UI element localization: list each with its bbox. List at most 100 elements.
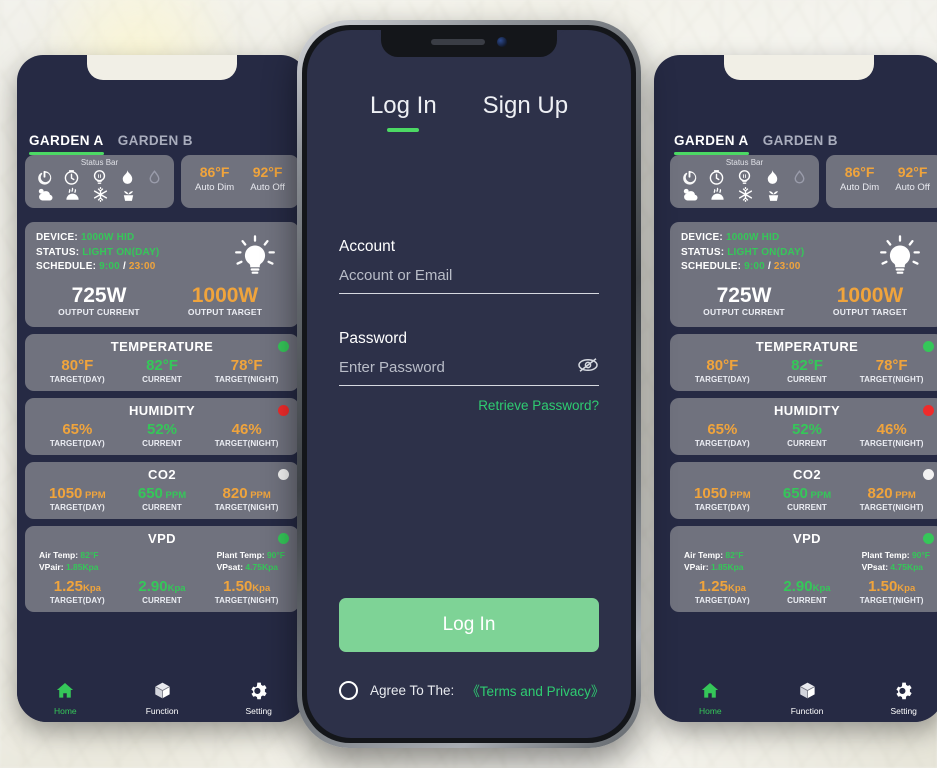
plant-pot-icon: [120, 186, 137, 203]
snowflake-icon: [737, 186, 754, 203]
metric-vpd-current-value: 2.90Kpa: [783, 578, 831, 596]
metric-humidity-values: 65% TARGET(DAY) 52% CURRENT 46% TARGET(NIGHT): [680, 421, 934, 448]
device-card: DEVICE: 1000W HID STATUS: LIGHT ON(DAY) SC…: [25, 222, 299, 327]
output-target-value: 1000W: [836, 283, 904, 307]
metric-temperature-target-day-label: TARGET(DAY): [49, 374, 105, 384]
output-target: 1000W OUTPUT TARGET: [807, 284, 933, 317]
nav-item-setting[interactable]: Setting: [855, 681, 937, 716]
metric-humidity-values: 65% TARGET(DAY) 52% CURRENT 46% TARGET(NIGHT): [35, 421, 289, 448]
nav-item-setting[interactable]: Setting: [210, 681, 307, 716]
metric-vpd-target-day: 1.25Kpa TARGET(DAY): [680, 578, 765, 605]
agree-terms-radio[interactable]: [339, 680, 358, 700]
bulb-sensor-icon: [736, 169, 753, 186]
plant-pot-icon: [765, 186, 782, 203]
nav-label-setting: Setting: [890, 705, 917, 716]
log-in-button[interactable]: Log In: [339, 598, 599, 652]
status-bar-card: Status Bar: [670, 155, 819, 208]
left-phone-screen: GARDEN A GARDEN B Status Bar 86°F Auto Dim 92…: [17, 55, 307, 722]
metric-temperature-current-value: 82°F: [791, 356, 823, 374]
garden-tabs: GARDEN A GARDEN B: [17, 115, 307, 155]
dashboard-content: Status Bar 86°F Auto Dim 92°F Auto Off DEVICE…: [17, 155, 307, 676]
metric-temperature-target-night: 78°F TARGET(NIGHT): [204, 357, 289, 384]
metric-co2-target-night-label: TARGET(NIGHT): [859, 502, 924, 512]
auto-dim-off-card: 86°F Auto Dim 92°F Auto Off: [181, 155, 299, 208]
metric-card-temperature: TEMPERATURE 80°F TARGET(DAY) 82°F CURRENT 78°…: [25, 333, 299, 391]
metric-humidity-target-night: 46% TARGET(NIGHT): [849, 421, 934, 448]
metric-vpd-target-night-label: TARGET(NIGHT): [859, 596, 924, 606]
phone-notch: [369, 30, 569, 57]
device-card: DEVICE: 1000W HID STATUS: LIGHT ON(DAY) SC…: [670, 222, 937, 327]
garden-tabs: GARDEN A GARDEN B: [662, 115, 937, 155]
nav-label-function: Function: [145, 705, 179, 716]
metric-humidity-current-label: CURRENT: [787, 438, 827, 448]
bottom-nav: Home Function Setting: [17, 676, 307, 722]
metric-card-vpd: VPD Air Temp: 82°F VPair: 1.85Kpa Plant Tem…: [25, 525, 299, 613]
metric-vpd-current: 2.90Kpa CURRENT: [120, 578, 205, 605]
garden-tab-a[interactable]: GARDEN A: [29, 133, 104, 155]
dashboard-content: Status Bar 86°F Auto Dim 92°F Auto Off DEVICE…: [662, 155, 937, 676]
flame-icon: [764, 169, 781, 186]
metric-co2-current-value: 650 PPM: [137, 484, 187, 502]
auto-item-dim: 86°F Auto Dim: [195, 164, 234, 199]
vpd-plant-readings: Plant Temp: 90°F VPsat: 4.75Kpa: [861, 549, 930, 573]
nav-item-function[interactable]: Function: [114, 681, 211, 716]
metric-humidity-target-day-value: 65%: [707, 420, 738, 438]
metric-humidity-target-day: 65% TARGET(DAY): [680, 421, 765, 448]
metric-vpd-current-label: CURRENT: [142, 596, 182, 606]
metric-humidity-target-night-label: TARGET(NIGHT): [214, 438, 279, 448]
metric-humidity-current-value: 52%: [791, 420, 823, 438]
metric-vpd-current: 2.90Kpa CURRENT: [765, 578, 850, 605]
output-target: 1000W OUTPUT TARGET: [162, 284, 288, 317]
auto-dim-off-card: 86°F Auto Dim 92°F Auto Off: [826, 155, 937, 208]
vpd-readings: Air Temp: 82°F VPair: 1.85Kpa Plant Temp: …: [35, 549, 289, 579]
metric-humidity-target-day-label: TARGET(DAY): [694, 438, 750, 448]
metric-card-humidity: HUMIDITY 65% TARGET(DAY) 52% CURRENT 46% TARGE…: [25, 397, 299, 455]
metric-co2-current: 650 PPM CURRENT: [765, 485, 850, 512]
nav-item-function[interactable]: Function: [759, 681, 856, 716]
output-current-value: 725W: [71, 283, 127, 307]
metric-co2-current: 650 PPM CURRENT: [120, 485, 205, 512]
garden-tab-a[interactable]: GARDEN A: [674, 133, 749, 155]
metric-vpd-values: 1.25Kpa TARGET(DAY) 2.90Kpa CURRENT 1.50Kpa T…: [35, 578, 289, 605]
metric-co2-target-day-value: 1050 PPM: [49, 484, 106, 502]
nav-label-home: Home: [53, 705, 77, 716]
status-dot-humidity: [923, 404, 934, 416]
metric-title-humidity: HUMIDITY: [773, 402, 841, 418]
password-label: Password: [339, 330, 408, 347]
password-input[interactable]: [339, 359, 599, 376]
eye-off-icon[interactable]: [577, 357, 599, 376]
left-phone-mockup: GARDEN A GARDEN B Status Bar 86°F Auto Dim 92…: [17, 55, 307, 722]
metric-co2-target-day: 1050 PPM TARGET(DAY): [35, 485, 120, 512]
metric-title-co2: CO2: [148, 466, 176, 482]
garden-tab-b[interactable]: GARDEN B: [118, 133, 193, 155]
cloud-sun-icon: [681, 186, 698, 203]
center-phone-mockup: Log In Sign Up Account Password: [297, 20, 641, 748]
right-phone-mockup: GARDEN A GARDEN B Status Bar 86°F Auto Dim 92…: [654, 55, 937, 722]
garden-tab-b[interactable]: GARDEN B: [763, 133, 838, 155]
water-drop-icon: [146, 169, 163, 186]
nav-item-home[interactable]: Home: [17, 681, 114, 716]
status-bar-title: Status Bar: [725, 158, 764, 167]
flame-icon: [119, 169, 136, 186]
auto-label: Auto Off: [895, 181, 930, 193]
metric-temperature-target-day: 80°F TARGET(DAY): [35, 357, 120, 384]
terms-and-privacy-link[interactable]: 《Terms and Privacy》: [466, 680, 604, 700]
metric-temperature-values: 80°F TARGET(DAY) 82°F CURRENT 78°F TARGET(NIG…: [35, 357, 289, 384]
account-field[interactable]: [339, 267, 599, 294]
gear-icon: [249, 682, 268, 704]
nav-item-home[interactable]: Home: [662, 681, 759, 716]
metric-humidity-target-day-value: 65%: [62, 420, 93, 438]
tab-sign-up[interactable]: Sign Up: [483, 92, 568, 136]
retrieve-password-link[interactable]: Retrieve Password?: [339, 398, 599, 413]
metric-co2-target-night-label: TARGET(NIGHT): [214, 502, 279, 512]
metric-card-humidity: HUMIDITY 65% TARGET(DAY) 52% CURRENT 46% TARGE…: [670, 397, 937, 455]
account-input[interactable]: [339, 267, 599, 284]
auto-item-dim: 86°F Auto Dim: [840, 164, 879, 199]
tab-log-in[interactable]: Log In: [370, 92, 437, 136]
metric-temperature-target-night: 78°F TARGET(NIGHT): [849, 357, 934, 384]
metric-humidity-current: 52% CURRENT: [120, 421, 205, 448]
cube-icon: [798, 682, 817, 704]
metric-temperature-target-day: 80°F TARGET(DAY): [680, 357, 765, 384]
password-field[interactable]: [339, 357, 599, 386]
nav-label-home: Home: [698, 705, 722, 716]
